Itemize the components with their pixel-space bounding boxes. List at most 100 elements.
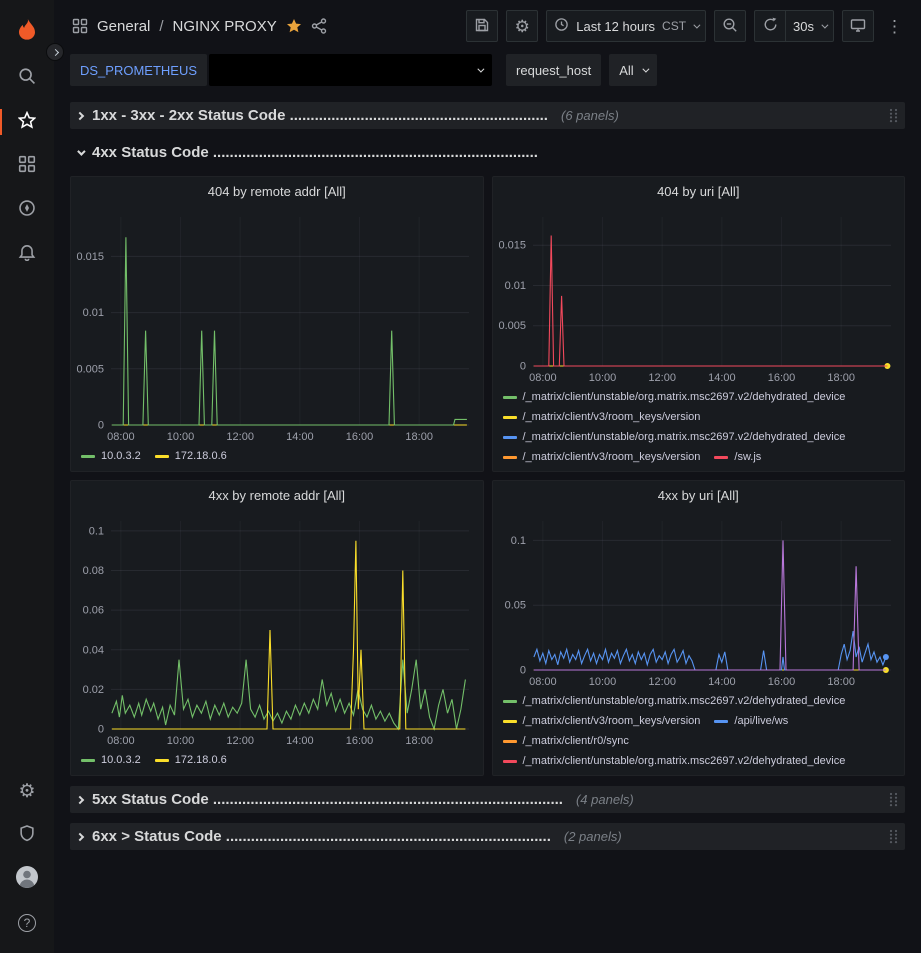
svg-text:14:00: 14:00 <box>708 676 736 688</box>
svg-text:10:00: 10:00 <box>588 372 616 384</box>
svg-text:0.005: 0.005 <box>76 363 104 375</box>
time-range-picker[interactable]: Last 12 hours CST <box>546 10 706 42</box>
chart-legend: /_matrix/client/unstable/org.matrix.msc2… <box>493 387 905 471</box>
refresh-group: 30s <box>754 10 834 42</box>
legend-item[interactable]: /_matrix/client/unstable/org.matrix.msc2… <box>503 691 846 711</box>
timeseries-chart[interactable]: 00.020.040.060.080.108:0010:0012:0014:00… <box>71 511 483 750</box>
chevron-down-icon <box>693 21 700 28</box>
grid-icon <box>18 155 36 178</box>
row-5xx-status-code[interactable]: 5xx Status Code ........................… <box>70 786 905 813</box>
refresh-interval-picker[interactable]: 30s <box>786 10 834 42</box>
panel-title[interactable]: 4xx by uri [All] <box>493 481 905 511</box>
svg-text:0.015: 0.015 <box>498 240 526 252</box>
variable-value-ds-prometheus[interactable] <box>209 54 492 86</box>
sidebar-item-alerting[interactable] <box>0 232 54 276</box>
legend-swatch <box>714 720 728 723</box>
row-panel-count: (4 panels) <box>576 792 634 807</box>
panel-title[interactable]: 404 by uri [All] <box>493 177 905 207</box>
zoom-out-icon <box>722 17 738 36</box>
svg-text:0.01: 0.01 <box>504 280 525 292</box>
save-dashboard-button[interactable] <box>466 10 498 42</box>
chevron-right-icon <box>51 48 58 55</box>
breadcrumb: General / NGINX PROXY <box>72 18 458 35</box>
breadcrumb-folder[interactable]: General <box>97 18 150 35</box>
variable-value-request-host[interactable]: All <box>609 54 656 86</box>
legend-item[interactable]: /_matrix/client/r0/sync <box>503 731 629 751</box>
dashboard-body: 1xx - 3xx - 2xx Status Code ............… <box>54 94 921 953</box>
svg-text:16:00: 16:00 <box>346 735 374 747</box>
search-icon <box>18 67 36 90</box>
legend-swatch <box>155 759 169 762</box>
dashboard-settings-button[interactable]: ⚙ <box>506 10 538 42</box>
legend-item[interactable]: /_matrix/client/unstable/org.matrix.msc2… <box>503 751 846 771</box>
panel-title[interactable]: 4xx by remote addr [All] <box>71 481 483 511</box>
svg-text:14:00: 14:00 <box>708 372 736 384</box>
legend-item[interactable]: 172.18.0.6 <box>155 446 227 466</box>
svg-text:18:00: 18:00 <box>405 431 433 443</box>
chevron-down-icon <box>642 65 649 72</box>
dashboard-grid-icon <box>72 18 88 34</box>
share-icon[interactable] <box>311 18 327 34</box>
legend-label: /_matrix/client/unstable/org.matrix.msc2… <box>523 691 846 711</box>
legend-item[interactable]: /_matrix/client/v3/room_keys/version <box>503 407 701 427</box>
timeseries-chart[interactable]: 00.0050.010.01508:0010:0012:0014:0016:00… <box>493 207 905 387</box>
sidebar-item-starred[interactable] <box>0 100 54 144</box>
chart-legend: /_matrix/client/unstable/org.matrix.msc2… <box>493 691 905 775</box>
sidebar-item-dashboards[interactable] <box>0 144 54 188</box>
legend-item[interactable]: /api/live/ws <box>714 711 788 731</box>
refresh-icon <box>763 17 778 35</box>
variables-bar: DS_PROMETHEUS request_host All <box>54 52 921 94</box>
legend-item[interactable]: /sw.js <box>714 447 761 467</box>
row-panel-count: (2 panels) <box>564 829 622 844</box>
panel-title[interactable]: 404 by remote addr [All] <box>71 177 483 207</box>
sidebar-item-explore[interactable] <box>0 188 54 232</box>
sidebar-item-search[interactable] <box>0 56 54 100</box>
refresh-button[interactable] <box>754 10 786 42</box>
row-title: 6xx > Status Code ......................… <box>92 828 551 845</box>
svg-text:0: 0 <box>519 361 525 373</box>
svg-text:0.015: 0.015 <box>76 251 104 263</box>
legend-item[interactable]: /_matrix/client/v3/room_keys/version <box>503 447 701 467</box>
legend-swatch <box>503 700 517 703</box>
time-range-label: Last 12 hours <box>576 19 655 34</box>
gear-icon: ⚙ <box>18 782 35 801</box>
row-6xx-status-code[interactable]: 6xx > Status Code ......................… <box>70 823 905 850</box>
legend-label: /api/live/ws <box>734 711 788 731</box>
row-panel-count: (6 panels) <box>561 108 619 123</box>
favorite-star-icon[interactable] <box>286 18 302 34</box>
svg-text:16:00: 16:00 <box>346 431 374 443</box>
sidebar-expand-button[interactable] <box>46 43 64 61</box>
legend-item[interactable]: /_matrix/client/unstable/org.matrix.msc2… <box>503 387 846 407</box>
row-4xx-status-code[interactable]: 4xx Status Code ........................… <box>70 139 905 166</box>
legend-item[interactable]: 10.0.3.2 <box>81 446 141 466</box>
breadcrumb-dashboard-title[interactable]: NGINX PROXY <box>173 18 277 35</box>
svg-text:0.005: 0.005 <box>498 320 526 332</box>
sidebar-item-server-admin[interactable] <box>0 813 54 857</box>
drag-handle-icon[interactable] <box>889 792 898 807</box>
legend-item[interactable]: 10.0.3.2 <box>81 750 141 770</box>
main: General / NGINX PROXY ⚙ <box>54 0 921 953</box>
svg-text:0: 0 <box>98 724 104 736</box>
drag-handle-icon[interactable] <box>889 829 898 844</box>
tv-mode-button[interactable] <box>842 10 874 42</box>
svg-text:08:00: 08:00 <box>529 676 557 688</box>
avatar <box>15 865 39 894</box>
legend-item[interactable]: /_matrix/client/v3/room_keys/version <box>503 711 701 731</box>
svg-text:14:00: 14:00 <box>286 431 314 443</box>
drag-handle-icon[interactable] <box>889 108 898 123</box>
legend-swatch <box>503 456 517 459</box>
timeseries-chart[interactable]: 00.0050.010.01508:0010:0012:0014:0016:00… <box>71 207 483 446</box>
row-1xx-3xx-2xx-status-code[interactable]: 1xx - 3xx - 2xx Status Code ............… <box>70 102 905 129</box>
legend-item[interactable]: /_matrix/client/unstable/org.matrix.msc2… <box>503 427 846 447</box>
kebab-menu-icon[interactable]: ⋮ <box>882 18 907 35</box>
svg-text:0.1: 0.1 <box>510 535 525 547</box>
panel-grid: 404 by remote addr [All] 0 0.005 0.01 0.015… <box>70 176 905 776</box>
zoom-out-button[interactable] <box>714 10 746 42</box>
sidebar-item-help[interactable]: ? <box>0 901 54 945</box>
legend-item[interactable]: 172.18.0.6 <box>155 750 227 770</box>
sidebar-item-profile[interactable] <box>0 857 54 901</box>
svg-text:0.1: 0.1 <box>89 525 104 537</box>
timeseries-chart[interactable]: 00.050.108:0010:0012:0014:0016:0018:00 <box>493 511 905 691</box>
legend-swatch <box>503 740 517 743</box>
sidebar-item-configuration[interactable]: ⚙ <box>0 769 54 813</box>
